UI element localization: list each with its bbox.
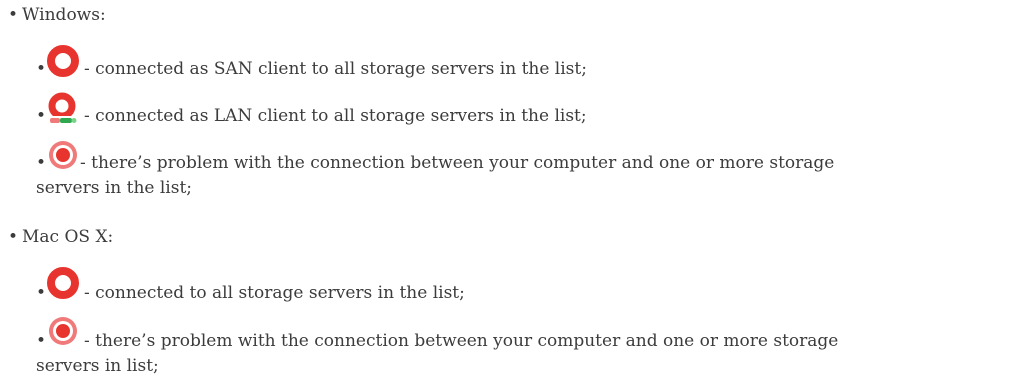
bullet: • xyxy=(8,5,19,25)
macos-item-problem-text-2: servers in list; xyxy=(36,356,159,376)
windows-item-lan-text: - connected as LAN client to all storage… xyxy=(84,106,587,126)
windows-item-problem-text-2: servers in the list; xyxy=(36,178,193,198)
red-ring-icon xyxy=(46,44,80,78)
macos-heading: Mac OS X: xyxy=(22,227,114,247)
red-ring-problem-icon xyxy=(46,314,80,348)
macos-item-problem-text-1: - there’s problem with the connection be… xyxy=(84,331,839,351)
red-ring-icon xyxy=(46,266,80,300)
macos-heading-line: • Mac OS X: xyxy=(8,226,113,248)
windows-heading: Windows: xyxy=(22,5,106,25)
windows-heading-line: • Windows: xyxy=(8,4,106,26)
bullet: • xyxy=(8,227,19,247)
windows-item-san-text: - connected as SAN client to all storage… xyxy=(84,59,587,79)
documentation-list: • Windows: • - connected as SAN client to… xyxy=(0,0,1029,382)
red-ring-problem-icon xyxy=(46,138,80,172)
red-ring-lan-icon xyxy=(46,92,80,126)
windows-item-problem-text-1: - there’s problem with the connection be… xyxy=(80,153,835,173)
macos-item-connected-text: - connected to all storage servers in th… xyxy=(84,283,465,303)
